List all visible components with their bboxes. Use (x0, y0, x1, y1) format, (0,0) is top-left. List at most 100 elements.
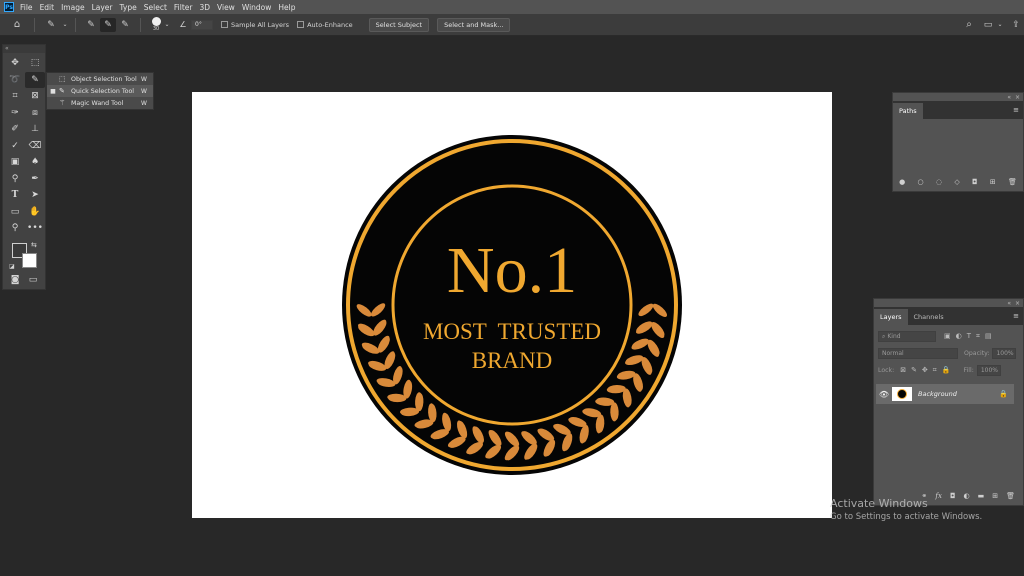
angle-icon: ∠ (179, 20, 187, 29)
load-selection-icon[interactable]: ◌ (936, 178, 942, 186)
delete-icon[interactable]: 🗑 (1006, 492, 1015, 500)
crop-tool-icon[interactable]: ⌗ (5, 88, 25, 105)
panel-collapse[interactable]: « (1007, 94, 1011, 101)
layer-filter-field[interactable]: ⌕ Kind (878, 331, 936, 342)
thumbnail-badge (897, 389, 907, 399)
lock-icon: 🔒 (999, 390, 1008, 398)
add-mask-icon[interactable]: ◘ (972, 178, 978, 186)
tab-channels[interactable]: Channels (908, 309, 950, 325)
flyout-item-object-selection[interactable]: ⬚ Object Selection Tool W (47, 73, 153, 85)
auto-enhance-checkbox[interactable] (297, 21, 305, 28)
panel-close[interactable]: × (1015, 94, 1020, 101)
pen-tool-icon[interactable]: ✒ (25, 171, 45, 188)
layer-row-background[interactable]: 👁 Background 🔒 (876, 384, 1014, 404)
more-tools-icon[interactable]: ••• (25, 220, 45, 237)
flyout-item-magic-wand[interactable]: ⚚ Magic Wand Tool W (47, 97, 153, 109)
hand-tool-icon[interactable]: ✋ (25, 204, 45, 221)
home-icon[interactable]: ⌂ (6, 19, 28, 30)
search-icon[interactable]: ⌕ (962, 19, 976, 30)
sample-all-layers-checkbox[interactable] (221, 21, 228, 28)
new-selection-icon[interactable]: ✎ (82, 20, 100, 30)
menu-image[interactable]: Image (61, 3, 85, 12)
brush-tip-icon (151, 17, 161, 26)
add-to-selection-icon[interactable]: ✎ (100, 17, 116, 32)
move-tool-icon[interactable]: ✥ (5, 55, 25, 72)
filter-type-icons[interactable]: ▣◐T⌗▤ (944, 332, 997, 341)
selection-tools-flyout: ⬚ Object Selection Tool W ■ ✎ Quick Sele… (46, 72, 154, 110)
menu-3d[interactable]: 3D (199, 3, 210, 12)
path-selection-tool-icon[interactable]: ➤ (25, 187, 45, 204)
new-path-icon[interactable]: ⊞ (990, 178, 996, 186)
workspace-icon[interactable]: ▭ (980, 20, 996, 30)
background-color-swatch[interactable] (22, 252, 37, 268)
angle-field[interactable]: 0° (191, 19, 213, 30)
layers-panel: « × Layers Channels ≡ ⌕ Kind ▣◐T⌗▤ Norma… (873, 298, 1024, 506)
options-bar: ⌂ ✎ ⌄ ✎ ✎ ✎ 30 ⌄ ∠ 0° Sample All Layers … (0, 14, 1024, 36)
brush-picker[interactable]: 30 (149, 17, 163, 32)
quick-selection-icon: ✎ (59, 87, 65, 95)
subtract-from-selection-icon[interactable]: ✎ (116, 20, 134, 30)
marquee-tool-icon[interactable]: ⬚ (25, 55, 45, 72)
menu-edit[interactable]: Edit (40, 3, 55, 12)
brush-tool-icon[interactable]: ✐ (5, 121, 25, 138)
lock-icons[interactable]: ⊠✎✥⌗🔒 (900, 366, 955, 375)
menu-select[interactable]: Select (144, 3, 167, 12)
clone-stamp-tool-icon[interactable]: ⊥ (25, 121, 45, 138)
menu-view[interactable]: View (217, 3, 235, 12)
toolbar-collapse[interactable]: « (3, 45, 45, 53)
eye-icon[interactable]: 👁 (876, 390, 892, 399)
rectangle-tool-icon[interactable]: ▭ (5, 204, 25, 221)
brush-size: 30 (152, 26, 160, 32)
chevron-down-icon[interactable]: ⌄ (996, 21, 1004, 28)
badge-artwork: No.1 MOST TRUSTED BRAND (342, 135, 682, 475)
badge-title: No.1 (447, 234, 577, 307)
zoom-tool-icon[interactable]: ⚲ (5, 220, 25, 237)
menu-filter[interactable]: Filter (174, 3, 193, 12)
frame-tool-icon[interactable]: ⊠ (25, 88, 45, 105)
badge-line-2: BRAND (472, 348, 553, 373)
document-canvas[interactable]: No.1 MOST TRUSTED BRAND (192, 92, 832, 518)
share-icon[interactable]: ⇪ (1008, 20, 1024, 30)
tab-paths[interactable]: Paths (893, 103, 923, 119)
fill-path-icon[interactable]: ● (899, 178, 905, 186)
panel-close[interactable]: × (1015, 300, 1020, 307)
menu-window[interactable]: Window (242, 3, 272, 12)
menu-layer[interactable]: Layer (92, 3, 113, 12)
menu-file[interactable]: File (20, 3, 33, 12)
healing-brush-tool-icon[interactable]: ⧈ (25, 105, 45, 122)
chevron-down-icon[interactable]: ⌄ (163, 21, 171, 28)
menu-type[interactable]: Type (120, 3, 137, 12)
photoshop-logo[interactable]: Ps (4, 2, 14, 12)
chevron-down-icon[interactable]: ⌄ (61, 21, 69, 28)
blend-mode-select[interactable]: Normal (878, 348, 958, 359)
default-colors-icon[interactable]: ◪ (9, 263, 15, 270)
opacity-field[interactable]: 100% (992, 348, 1017, 359)
quick-mask-icon[interactable]: ◙ (11, 275, 20, 285)
object-selection-icon: ⬚ (59, 75, 66, 83)
delete-icon[interactable]: 🗑 (1008, 178, 1017, 186)
fill-field[interactable]: 100% (976, 365, 1001, 376)
quick-selection-tool-icon[interactable]: ✎ (25, 71, 45, 88)
history-brush-tool-icon[interactable]: ✓ (5, 138, 25, 155)
tool-preset-icon[interactable]: ✎ (41, 20, 61, 30)
stroke-path-icon[interactable]: ○ (918, 178, 924, 186)
blur-tool-icon[interactable]: ♠ (25, 154, 45, 171)
type-tool-icon[interactable]: T (5, 187, 25, 204)
make-work-path-icon[interactable]: ◇ (954, 178, 959, 186)
swap-colors-icon[interactable]: ⇆ (31, 241, 37, 249)
dodge-tool-icon[interactable]: ⚲ (5, 171, 25, 188)
panel-menu-icon[interactable]: ≡ (1013, 106, 1023, 114)
select-subject-button[interactable]: Select Subject (368, 17, 430, 32)
gradient-tool-icon[interactable]: ▣ (5, 154, 25, 171)
select-and-mask-button[interactable]: Select and Mask... (437, 17, 511, 32)
eyedropper-tool-icon[interactable]: ✑ (5, 105, 25, 122)
lasso-tool-icon[interactable]: ➰ (5, 72, 25, 89)
flyout-item-quick-selection[interactable]: ■ ✎ Quick Selection Tool W (47, 85, 153, 97)
panel-collapse[interactable]: « (1007, 300, 1011, 307)
menu-help[interactable]: Help (278, 3, 295, 12)
tab-layers[interactable]: Layers (874, 309, 908, 325)
new-layer-icon[interactable]: ⊞ (992, 492, 998, 500)
screen-mode-icon[interactable]: ▭ (29, 275, 38, 285)
eraser-tool-icon[interactable]: ⌫ (25, 138, 45, 155)
panel-menu-icon[interactable]: ≡ (1013, 312, 1023, 320)
